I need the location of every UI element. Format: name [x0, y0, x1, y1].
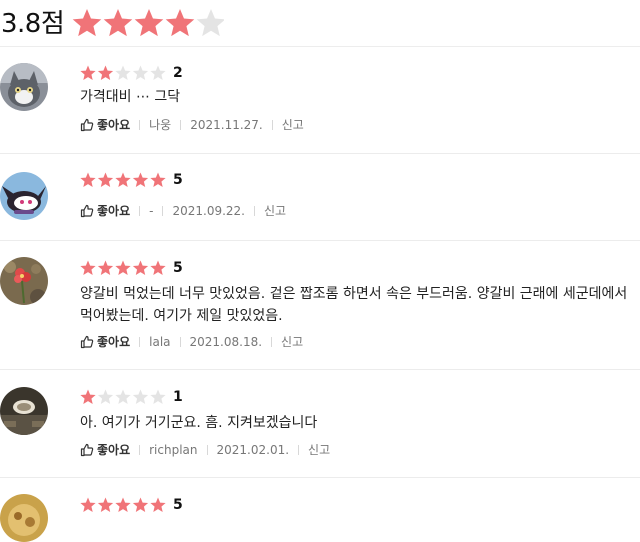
- review-author[interactable]: 나웅: [149, 117, 171, 133]
- like-label: 좋아요: [97, 335, 131, 349]
- average-star-filled-icon: [72, 9, 102, 37]
- review-star-filled-icon: [97, 497, 114, 512]
- review-meta: 좋아요 - 2021.09.22. 신고: [80, 203, 286, 219]
- review-star-empty-icon: [150, 65, 166, 80]
- review-star-filled-icon: [80, 389, 96, 404]
- review-stars: [80, 260, 168, 276]
- like-label: 좋아요: [97, 204, 131, 218]
- cat-avatar-icon[interactable]: [0, 63, 48, 111]
- review-star-empty-icon: [132, 389, 149, 404]
- review-star-filled-icon: [150, 172, 166, 187]
- review-rating: 5: [173, 172, 183, 188]
- review-star-filled-icon: [80, 497, 96, 512]
- review-author[interactable]: -: [149, 203, 153, 219]
- divider: [206, 445, 208, 455]
- divider: [162, 206, 164, 216]
- divider: [179, 337, 181, 347]
- review-rating: 5: [173, 260, 183, 276]
- review-item: 2 가격대비 ⋯ 그닥 좋아요 나웅 2021.11.27. 신고: [0, 47, 640, 154]
- average-star-filled-icon: [103, 9, 133, 37]
- thumbs-up-icon: [80, 204, 94, 218]
- review-rating: 5: [173, 497, 183, 513]
- review-star-filled-icon: [80, 260, 96, 275]
- review-item: 5 좋아요 - 2021.09.22. 신고: [0, 154, 640, 241]
- rating-summary: 3.8점: [0, 0, 640, 47]
- review-stars: [80, 65, 168, 81]
- review-star-filled-icon: [80, 172, 96, 187]
- like-button[interactable]: 좋아요: [80, 334, 130, 350]
- divider: [298, 445, 300, 455]
- thumbs-up-icon: [80, 118, 94, 132]
- review-star-filled-icon: [80, 65, 96, 80]
- review-star-filled-icon: [132, 260, 149, 275]
- divider: [271, 337, 273, 347]
- average-star-filled-icon: [134, 9, 164, 37]
- review-date: 2021.09.22.: [172, 204, 245, 218]
- average-stars: [72, 6, 224, 40]
- review-star-filled-icon: [132, 497, 149, 512]
- review-stars: [80, 172, 168, 188]
- room-avatar-icon[interactable]: [0, 387, 48, 435]
- review-star-empty-icon: [150, 389, 166, 404]
- review-text: 가격대비 ⋯ 그닥: [80, 89, 181, 105]
- review-date: 2021.02.01.: [216, 443, 290, 457]
- divider: [139, 337, 141, 347]
- review-star-empty-icon: [132, 65, 149, 80]
- thumbs-up-icon: [80, 443, 94, 457]
- average-score: 3.8점: [1, 9, 65, 39]
- review-star-filled-icon: [150, 497, 166, 512]
- review-author[interactable]: lala: [149, 334, 170, 350]
- review-text: 양갈비 먹었는데 너무 맛있었음. 겉은 짭조롬 하면서 속은 부드러움. 양갈…: [80, 286, 628, 324]
- average-star-filled-icon: [165, 9, 195, 37]
- cartoon-avatar-icon[interactable]: [0, 172, 48, 220]
- review-meta: 좋아요 richplan 2021.02.01. 신고: [80, 442, 330, 458]
- report-button[interactable]: 신고: [264, 203, 286, 219]
- review-date: 2021.08.18.: [189, 335, 263, 349]
- review-star-empty-icon: [97, 389, 114, 404]
- review-star-filled-icon: [97, 65, 114, 80]
- review-stars: [80, 389, 168, 405]
- divider: [139, 445, 141, 455]
- divider: [271, 120, 273, 130]
- review-stars: [80, 497, 168, 513]
- review-item: 1 아. 여기가 거기군요. 흠. 지켜보겠습니다 좋아요 richplan 2…: [0, 370, 640, 478]
- report-button[interactable]: 신고: [281, 334, 303, 350]
- thumbs-up-icon: [80, 335, 94, 349]
- review-item: 5: [0, 478, 640, 542]
- review-star-filled-icon: [97, 172, 114, 187]
- like-label: 좋아요: [97, 118, 131, 132]
- review-rating: 2: [173, 65, 183, 81]
- review-text: 아. 여기가 거기군요. 흠. 지켜보겠습니다: [80, 415, 318, 431]
- review-date: 2021.11.27.: [190, 118, 263, 132]
- review-star-filled-icon: [132, 172, 149, 187]
- flower-avatar-icon[interactable]: [0, 257, 48, 305]
- like-button[interactable]: 좋아요: [80, 442, 130, 458]
- review-item: 5 양갈비 먹었는데 너무 맛있었음. 겉은 짭조롬 하면서 속은 부드러움. …: [0, 241, 640, 370]
- divider: [139, 206, 141, 216]
- like-button[interactable]: 좋아요: [80, 203, 130, 219]
- report-button[interactable]: 신고: [282, 117, 304, 133]
- like-label: 좋아요: [97, 443, 131, 457]
- divider: [139, 120, 141, 130]
- report-button[interactable]: 신고: [308, 442, 330, 458]
- review-star-filled-icon: [115, 260, 131, 275]
- divider: [254, 206, 255, 216]
- review-author[interactable]: richplan: [149, 442, 197, 458]
- like-button[interactable]: 좋아요: [80, 117, 130, 133]
- divider: [180, 120, 182, 130]
- review-star-filled-icon: [115, 497, 131, 512]
- review-star-empty-icon: [115, 389, 131, 404]
- food-avatar-icon[interactable]: [0, 494, 48, 542]
- review-star-filled-icon: [115, 172, 131, 187]
- review-star-filled-icon: [97, 260, 114, 275]
- review-meta: 좋아요 lala 2021.08.18. 신고: [80, 334, 303, 350]
- review-star-empty-icon: [115, 65, 131, 80]
- review-meta: 좋아요 나웅 2021.11.27. 신고: [80, 117, 304, 133]
- average-star-empty-icon: [196, 9, 224, 37]
- review-rating: 1: [173, 389, 183, 405]
- review-star-filled-icon: [150, 260, 166, 275]
